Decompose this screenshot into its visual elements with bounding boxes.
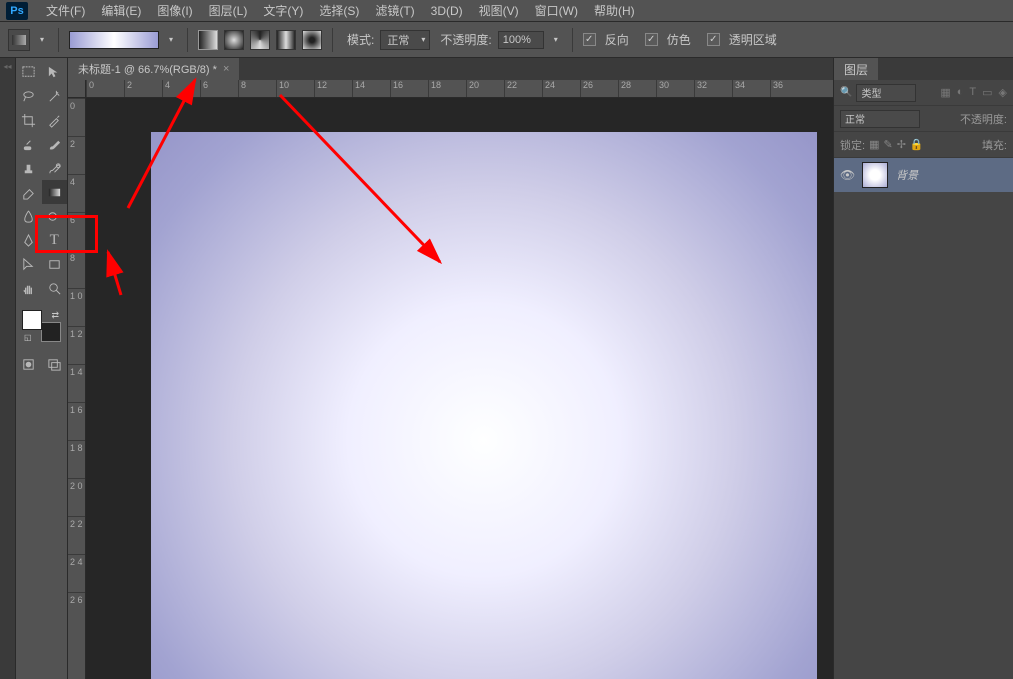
collapsed-panel-strip[interactable]: ◂◂	[0, 58, 16, 679]
layer-thumbnail[interactable]	[862, 162, 888, 188]
filter-smart-icon[interactable]: ◈	[999, 86, 1007, 99]
menu-filter[interactable]: 滤镜(T)	[367, 0, 422, 21]
lock-position-icon[interactable]: ✢	[897, 138, 906, 151]
vertical-ruler[interactable]: 024681 01 21 41 61 82 02 22 42 6	[68, 98, 86, 679]
ruler-origin[interactable]	[68, 80, 86, 98]
magic-wand-tool[interactable]	[42, 84, 68, 108]
visibility-icon[interactable]: 👁	[840, 168, 854, 182]
dropdown-icon[interactable]: ▾	[550, 35, 562, 44]
fill-label: 填充:	[982, 137, 1007, 153]
reverse-label: 反向	[605, 31, 629, 48]
history-brush-tool[interactable]	[42, 156, 68, 180]
marquee-tool[interactable]	[16, 60, 42, 84]
opacity-label: 不透明度:	[440, 31, 491, 48]
menu-view[interactable]: 视图(V)	[471, 0, 527, 21]
dropdown-icon[interactable]: ▾	[36, 35, 48, 44]
layer-name[interactable]: 背景	[896, 167, 918, 183]
horizontal-ruler[interactable]: 024681012141618202224262830323436	[86, 80, 833, 98]
quick-mask-tool[interactable]	[16, 352, 42, 376]
healing-brush-tool[interactable]	[16, 132, 42, 156]
layer-row[interactable]: 👁 背景	[834, 158, 1013, 192]
screen-mode-tool[interactable]	[42, 352, 68, 376]
lock-transparency-icon[interactable]: ▦	[869, 138, 879, 151]
gradient-tool[interactable]	[42, 180, 68, 204]
menubar: Ps 文件(F) 编辑(E) 图像(I) 图层(L) 文字(Y) 选择(S) 滤…	[0, 0, 1013, 22]
dropdown-icon[interactable]: ▾	[165, 35, 177, 44]
blur-tool[interactable]	[16, 204, 42, 228]
document-tabs: 未标题-1 @ 66.7%(RGB/8) * ×	[68, 58, 833, 80]
menu-image[interactable]: 图像(I)	[149, 0, 200, 21]
menu-select[interactable]: 选择(S)	[311, 0, 367, 21]
eyedropper-tool[interactable]	[42, 108, 68, 132]
grip-icon: ◂◂	[3, 62, 11, 71]
document-title: 未标题-1 @ 66.7%(RGB/8) *	[78, 61, 217, 77]
eraser-tool[interactable]	[16, 180, 42, 204]
mode-label: 模式:	[347, 31, 374, 48]
crop-tool[interactable]	[16, 108, 42, 132]
toolbox: T ⇄ ◱	[16, 58, 68, 679]
transparency-checkbox[interactable]	[707, 33, 720, 46]
opacity-label: 不透明度:	[960, 111, 1007, 127]
type-tool[interactable]: T	[42, 228, 68, 252]
shape-tool[interactable]	[42, 252, 68, 276]
pen-tool[interactable]	[16, 228, 42, 252]
menu-layer[interactable]: 图层(L)	[201, 0, 256, 21]
gradient-reflected-icon[interactable]	[276, 30, 296, 50]
document-tab[interactable]: 未标题-1 @ 66.7%(RGB/8) * ×	[68, 58, 239, 80]
canvas-background[interactable]	[86, 98, 833, 679]
swap-colors-icon[interactable]: ⇄	[51, 310, 59, 321]
close-icon[interactable]: ×	[223, 63, 229, 75]
lasso-tool[interactable]	[16, 84, 42, 108]
brush-tool[interactable]	[42, 132, 68, 156]
zoom-tool[interactable]	[42, 276, 68, 300]
filter-shape-icon[interactable]: ▭	[982, 86, 992, 99]
clone-stamp-tool[interactable]	[16, 156, 42, 180]
hand-tool[interactable]	[16, 276, 42, 300]
ps-logo: Ps	[6, 2, 28, 20]
background-color-swatch[interactable]	[41, 322, 61, 342]
blend-mode-select[interactable]: 正常 ▾	[380, 30, 430, 50]
canvas[interactable]	[151, 132, 817, 679]
gradient-radial-icon[interactable]	[224, 30, 244, 50]
opacity-input[interactable]: 100%	[498, 31, 544, 49]
gradient-diamond-icon[interactable]	[302, 30, 322, 50]
menu-window[interactable]: 窗口(W)	[527, 0, 586, 21]
menu-type[interactable]: 文字(Y)	[255, 0, 311, 21]
tool-preset-picker[interactable]	[8, 29, 30, 51]
document-area: 未标题-1 @ 66.7%(RGB/8) * × 024681012141618…	[68, 58, 833, 679]
gradient-preview[interactable]	[69, 31, 159, 49]
color-swatches: ⇄ ◱	[22, 310, 61, 342]
lock-pixels-icon[interactable]: ✎	[883, 138, 892, 151]
default-colors-icon[interactable]: ◱	[24, 333, 32, 342]
layer-list: 👁 背景	[834, 158, 1013, 679]
panels: 图层 🔍 类型 ▦ ◐ T ▭ ◈ 正常 不透明度: 锁定: ▦ ✎ ✢ 🔒 填…	[833, 58, 1013, 679]
move-tool[interactable]	[42, 60, 68, 84]
menu-edit[interactable]: 编辑(E)	[93, 0, 149, 21]
path-selection-tool[interactable]	[16, 252, 42, 276]
menu-3d[interactable]: 3D(D)	[423, 2, 471, 20]
filter-type-icon[interactable]: T	[969, 86, 976, 99]
layer-filter-select[interactable]: 类型	[856, 84, 916, 102]
layers-tab[interactable]: 图层	[834, 58, 878, 80]
lock-all-icon[interactable]: 🔒	[910, 138, 924, 151]
options-bar: ▾ ▾ 模式: 正常 ▾ 不透明度: 100% ▾ 反向 仿色 透明区域	[0, 22, 1013, 58]
dodge-tool[interactable]	[42, 204, 68, 228]
reverse-checkbox[interactable]	[583, 33, 596, 46]
filter-pixel-icon[interactable]: ▦	[940, 86, 950, 99]
filter-adjust-icon[interactable]: ◐	[957, 86, 964, 99]
transparency-label: 透明区域	[729, 31, 777, 48]
blend-mode-select[interactable]: 正常	[840, 110, 920, 128]
menu-help[interactable]: 帮助(H)	[586, 0, 643, 21]
gradient-angle-icon[interactable]	[250, 30, 270, 50]
dither-checkbox[interactable]	[645, 33, 658, 46]
lock-label: 锁定:	[840, 137, 865, 153]
dither-label: 仿色	[667, 31, 691, 48]
foreground-color-swatch[interactable]	[22, 310, 42, 330]
menu-file[interactable]: 文件(F)	[38, 0, 93, 21]
gradient-linear-icon[interactable]	[198, 30, 218, 50]
